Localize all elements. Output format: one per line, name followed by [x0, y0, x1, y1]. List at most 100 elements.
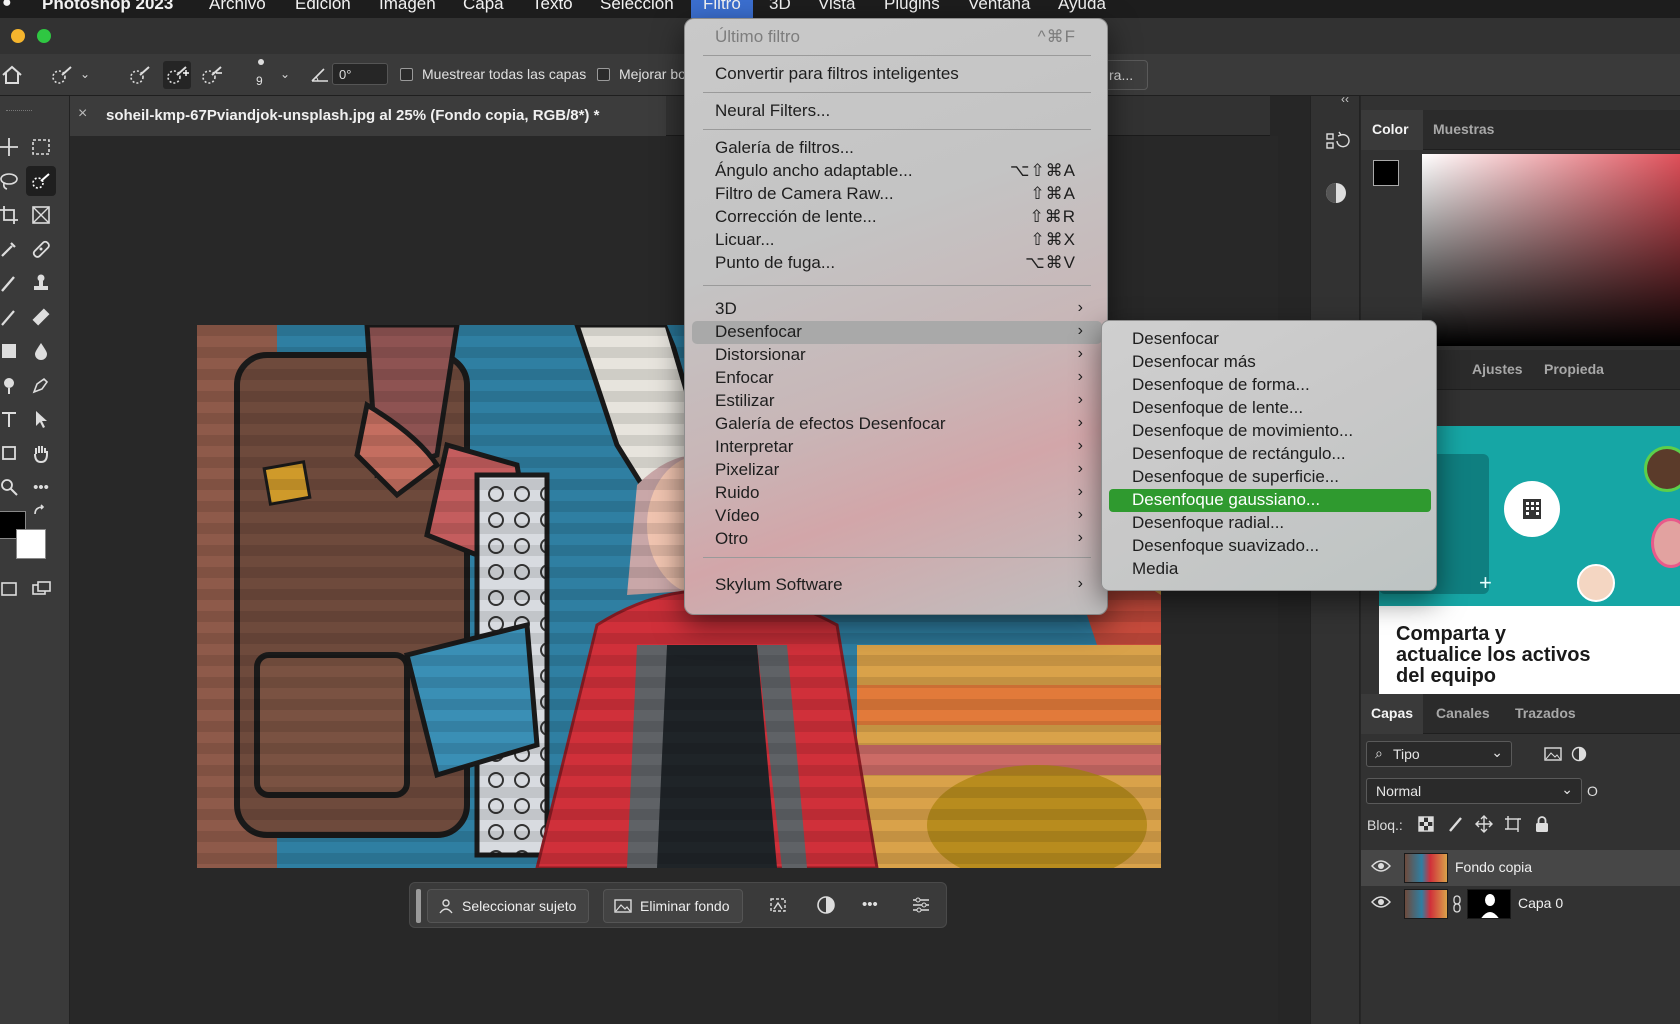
taskbar-settings-icon[interactable]	[910, 894, 934, 918]
filter-menu-item[interactable]: Distorsionar ›	[692, 344, 1102, 367]
menu-filtro[interactable]: Filtro	[691, 0, 753, 18]
clone-stamp-tool-icon[interactable]	[26, 268, 56, 298]
transform-selection-icon[interactable]	[767, 894, 791, 918]
crop-tool-icon[interactable]	[0, 200, 24, 230]
marquee-tool-icon[interactable]	[26, 132, 56, 162]
tab-paths[interactable]: Trazados	[1515, 705, 1576, 721]
tab-color[interactable]: Color	[1372, 121, 1409, 137]
frame-tool-icon[interactable]	[26, 200, 56, 230]
filter-menu-item[interactable]: 3D ›	[692, 298, 1102, 321]
blur-submenu-item[interactable]: Desenfoque de lente...	[1109, 397, 1431, 420]
more-tools-icon[interactable]: •••	[26, 472, 56, 502]
lock-position-icon[interactable]	[1475, 815, 1493, 833]
adjustment-icon[interactable]	[815, 894, 839, 918]
filter-menu-item[interactable]: Pixelizar ›	[692, 459, 1102, 482]
background-color-swatch[interactable]	[16, 529, 46, 559]
brush-tool-icon[interactable]	[0, 268, 24, 298]
hand-tool-icon[interactable]	[26, 438, 56, 468]
history-panel-icon[interactable]	[1321, 126, 1351, 156]
filter-pixel-layers-icon[interactable]	[1544, 746, 1562, 762]
filter-menu-item[interactable]: Galería de efectos Desenfocar ›	[692, 413, 1102, 436]
filter-menu-item[interactable]: Otro ›	[692, 528, 1102, 551]
filter-menu-item[interactable]: Estilizar ›	[692, 390, 1102, 413]
lasso-tool-icon[interactable]	[0, 166, 24, 196]
color-picker-field[interactable]	[1422, 154, 1680, 346]
filter-menu-item[interactable]: Desenfocar ›	[692, 321, 1102, 344]
quick-mask-icon[interactable]	[0, 574, 24, 604]
new-selection-icon[interactable]	[128, 63, 152, 87]
enhance-edge-checkbox[interactable]	[597, 68, 610, 81]
lock-all-icon[interactable]	[1533, 815, 1551, 833]
brush-size-value[interactable]: 9	[256, 74, 263, 88]
swap-colors-icon[interactable]	[30, 501, 50, 521]
select-subject-button[interactable]: Seleccionar sujeto	[427, 889, 590, 923]
blur-submenu-item[interactable]: Desenfocar	[1109, 328, 1431, 351]
blend-mode-dropdown[interactable]: Normal ⌄	[1366, 778, 1582, 804]
more-options-icon[interactable]: •••	[862, 896, 886, 920]
filter-menu-item[interactable]: Enfocar ›	[692, 367, 1102, 390]
visibility-eye-icon[interactable]	[1371, 859, 1393, 875]
menu-edicion[interactable]: Edición	[295, 0, 351, 14]
blur-submenu-item[interactable]: Desenfoque de forma...	[1109, 374, 1431, 397]
quick-selection-tool-icon[interactable]	[26, 166, 56, 196]
pen-tool-icon[interactable]	[26, 370, 56, 400]
home-icon[interactable]	[0, 63, 24, 87]
filter-menu-item[interactable]: Convertir para filtros inteligentes	[692, 63, 1102, 86]
toolbar-grip[interactable]	[6, 110, 32, 113]
move-tool-icon[interactable]	[0, 132, 24, 162]
panel-foreground-swatch[interactable]	[1373, 160, 1399, 186]
subtract-selection-icon[interactable]	[200, 63, 224, 87]
zoom-tool-icon[interactable]	[0, 472, 24, 502]
zoom-button[interactable]	[37, 29, 51, 43]
minimize-button[interactable]	[11, 29, 25, 43]
add-to-selection-icon[interactable]	[163, 61, 191, 89]
taskbar-drag-handle[interactable]	[416, 889, 421, 923]
filter-menu-item[interactable]: Ángulo ancho adaptable... ⌥⇧⌘A	[692, 160, 1102, 183]
screen-mode-icon[interactable]	[26, 574, 56, 604]
angle-field[interactable]: 0°	[332, 63, 388, 85]
chevron-down-icon[interactable]: ⌄	[80, 67, 104, 91]
tab-swatches[interactable]: Muestras	[1433, 121, 1494, 137]
menu-ventana[interactable]: Ventana	[968, 0, 1030, 14]
menu-vista[interactable]: Vista	[818, 0, 856, 14]
blur-submenu-item[interactable]: Desenfoque de superficie...	[1109, 466, 1431, 489]
lock-pixels-icon[interactable]	[1447, 815, 1465, 833]
menu-ayuda[interactable]: Ayuda	[1058, 0, 1106, 14]
menu-3d[interactable]: 3D	[769, 0, 791, 14]
tab-properties[interactable]: Propieda	[1544, 361, 1604, 377]
tab-channels[interactable]: Canales	[1436, 705, 1490, 721]
filter-menu-item[interactable]: Ruido ›	[692, 482, 1102, 505]
blur-submenu-item[interactable]: Desenfoque radial...	[1109, 512, 1431, 535]
blur-submenu-item[interactable]: Desenfoque suavizado...	[1109, 535, 1431, 558]
filter-menu-item[interactable]: Galería de filtros...	[692, 137, 1102, 160]
menu-capa[interactable]: Capa	[463, 0, 504, 14]
menu-texto[interactable]: Texto	[532, 0, 573, 14]
filter-menu-item[interactable]: Vídeo ›	[692, 505, 1102, 528]
type-tool-icon[interactable]	[0, 404, 24, 434]
app-name[interactable]: Photoshop 2023	[42, 0, 173, 14]
eraser-tool-icon[interactable]	[26, 302, 56, 332]
filter-menu-item[interactable]: Licuar... ⇧⌘X	[692, 229, 1102, 252]
apple-icon[interactable]: ●	[2, 0, 12, 12]
filter-menu-item[interactable]: Filtro de Camera Raw... ⇧⌘A	[692, 183, 1102, 206]
rectangle-tool-icon[interactable]	[0, 438, 24, 468]
filter-menu-item[interactable]: Interpretar ›	[692, 436, 1102, 459]
visibility-eye-icon[interactable]	[1371, 895, 1393, 911]
filter-menu-item[interactable]: Skylum Software ›	[692, 574, 1102, 597]
filter-menu-item[interactable]: Último filtro ^⌘F	[692, 26, 1102, 49]
blur-tool-icon[interactable]	[26, 336, 56, 366]
menu-seleccion[interactable]: Selección	[600, 0, 674, 14]
healing-brush-tool-icon[interactable]	[26, 234, 56, 264]
lock-artboard-icon[interactable]	[1504, 815, 1522, 833]
tab-adjustments[interactable]: Ajustes	[1472, 361, 1523, 377]
document-tab[interactable]: × soheil-kmp-67Pviandjok-unsplash.jpg al…	[70, 96, 666, 136]
filter-menu-item[interactable]: Neural Filters...	[692, 100, 1102, 123]
filter-adjustment-layers-icon[interactable]	[1571, 746, 1587, 762]
layer-row-fondo-copia[interactable]: Fondo copia	[1361, 850, 1680, 886]
layer-kind-filter[interactable]: ⌕ Tipo ⌄	[1366, 741, 1512, 767]
menu-archivo[interactable]: Archivo	[209, 0, 266, 14]
filter-menu-item[interactable]: Corrección de lente... ⇧⌘R	[692, 206, 1102, 229]
gaussian-blur-menu-item[interactable]: Desenfoque gaussiano...	[1109, 489, 1431, 512]
layer-mask-thumbnail[interactable]	[1467, 889, 1511, 919]
adjustments-panel-icon[interactable]	[1321, 178, 1351, 208]
